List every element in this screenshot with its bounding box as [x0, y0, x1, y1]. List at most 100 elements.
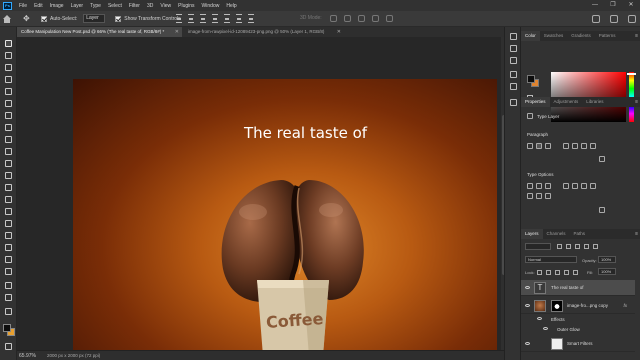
- frame-tool-icon[interactable]: [5, 112, 12, 119]
- paragraph-section-label[interactable]: Paragraph: [527, 132, 548, 137]
- brush-settings-icon[interactable]: [510, 45, 517, 52]
- history-icon[interactable]: [510, 33, 517, 40]
- auto-select-checkbox[interactable]: [41, 15, 47, 22]
- close-icon[interactable]: ✕: [337, 27, 341, 37]
- workspace-icon[interactable]: [610, 15, 618, 23]
- type-option-icon[interactable]: [527, 183, 533, 189]
- align-hcenter-icon[interactable]: [224, 14, 230, 23]
- lock-pixels-icon[interactable]: [546, 270, 551, 275]
- align-left-icon[interactable]: [212, 14, 218, 23]
- panel-menu-icon[interactable]: ≡: [635, 31, 638, 41]
- slide-3d-icon[interactable]: [372, 15, 379, 22]
- align-right-text-icon[interactable]: [545, 143, 551, 149]
- headline-text-layer[interactable]: The real taste of: [244, 124, 367, 142]
- align-center-text-icon[interactable]: [536, 143, 542, 149]
- align-right-icon[interactable]: [236, 14, 242, 23]
- eye-icon[interactable]: [525, 304, 530, 307]
- type-option-icon[interactable]: [545, 193, 551, 199]
- tab-layers[interactable]: Layers: [521, 229, 543, 239]
- justify-last-left-icon[interactable]: [563, 143, 569, 149]
- filter-type-icon[interactable]: [575, 244, 580, 249]
- healing-brush-tool-icon[interactable]: [5, 136, 12, 143]
- move-tool-icon[interactable]: [5, 40, 12, 47]
- dodge-tool-icon[interactable]: [5, 220, 12, 227]
- type-option-icon[interactable]: [527, 193, 533, 199]
- menu-window[interactable]: Window: [202, 3, 220, 9]
- info-icon[interactable]: [510, 99, 517, 106]
- tab-adjustments[interactable]: Adjustments: [550, 97, 583, 107]
- quick-mask-icon[interactable]: [5, 343, 12, 350]
- type-tool-icon[interactable]: [5, 244, 12, 251]
- pen-tool-icon[interactable]: [5, 232, 12, 239]
- type-option-icon[interactable]: [572, 183, 578, 189]
- document-info[interactable]: 2000 px x 2000 px (72 ppi): [47, 353, 100, 358]
- tab-rawpixel-image[interactable]: image-from-rawpixel-id-12089423-png.png …: [184, 27, 344, 37]
- menu-3d[interactable]: 3D: [147, 3, 153, 9]
- artboard-tool-icon[interactable]: [5, 52, 12, 59]
- type-option-icon[interactable]: [536, 193, 542, 199]
- shape-tool-icon[interactable]: [5, 268, 12, 275]
- lasso-tool-icon[interactable]: [5, 76, 12, 83]
- eyedropper-tool-icon[interactable]: [5, 124, 12, 131]
- minimize-button[interactable]: —: [586, 0, 604, 11]
- path-select-tool-icon[interactable]: [5, 256, 12, 263]
- share-icon[interactable]: [628, 15, 636, 23]
- close-window-button[interactable]: ✕: [622, 0, 640, 11]
- hue-slider-marker[interactable]: [627, 73, 636, 75]
- paragraph-more-icon[interactable]: [599, 156, 605, 162]
- paragraph-icon[interactable]: [510, 71, 517, 78]
- blend-mode-dropdown[interactable]: Normal: [525, 256, 577, 263]
- tab-coffee-manipulation[interactable]: Coffee Manipulation New Post.psd @ 66% (…: [17, 27, 182, 37]
- lock-all-icon[interactable]: [573, 270, 578, 275]
- tab-gradients[interactable]: Gradients: [567, 31, 595, 41]
- filter-pixel-icon[interactable]: [557, 244, 562, 249]
- tab-libraries[interactable]: Libraries: [582, 97, 607, 107]
- menu-layer[interactable]: Layer: [71, 3, 84, 9]
- search-icon[interactable]: [592, 15, 600, 23]
- home-icon[interactable]: [3, 14, 11, 23]
- justify-last-right-icon[interactable]: [581, 143, 587, 149]
- menu-plugins[interactable]: Plugins: [178, 3, 194, 9]
- glyphs-icon[interactable]: [510, 83, 517, 90]
- foreground-color-swatch[interactable]: [3, 324, 11, 332]
- align-left-text-icon[interactable]: [527, 143, 533, 149]
- drag-3d-icon[interactable]: [358, 15, 365, 22]
- layer-row-headline[interactable]: T The real taste of: [521, 280, 635, 296]
- smart-filters-row[interactable]: Smart Filters: [521, 336, 635, 352]
- layer-row-image-copy[interactable]: image-fro...png copy fx: [521, 298, 635, 314]
- lock-transparency-icon[interactable]: [537, 270, 542, 275]
- menu-edit[interactable]: Edit: [34, 3, 43, 9]
- tab-swatches[interactable]: Swatches: [540, 31, 568, 41]
- menu-view[interactable]: View: [160, 3, 171, 9]
- tab-color[interactable]: Color: [521, 31, 540, 41]
- menu-help[interactable]: Help: [226, 3, 236, 9]
- quick-select-tool-icon[interactable]: [5, 88, 12, 95]
- menu-image[interactable]: Image: [50, 3, 64, 9]
- opacity-input[interactable]: 100%: [598, 256, 616, 263]
- type-options-more-icon[interactable]: [599, 207, 605, 213]
- panel-menu-icon[interactable]: ≡: [635, 229, 638, 239]
- fill-input[interactable]: 100%: [598, 268, 616, 275]
- auto-select-target-dropdown[interactable]: Layer: [83, 14, 106, 23]
- layer-effects-row[interactable]: Effects: [521, 315, 635, 324]
- eye-icon[interactable]: [543, 327, 548, 330]
- character-icon[interactable]: [510, 57, 517, 64]
- roll-3d-icon[interactable]: [344, 15, 351, 22]
- type-option-icon[interactable]: [590, 183, 596, 189]
- restore-button[interactable]: ❐: [604, 0, 622, 11]
- zoom-level[interactable]: 65.97%: [19, 353, 36, 359]
- align-bottom-icon[interactable]: [200, 14, 206, 23]
- blur-tool-icon[interactable]: [5, 208, 12, 215]
- menu-file[interactable]: File: [19, 3, 27, 9]
- history-brush-tool-icon[interactable]: [5, 172, 12, 179]
- eye-icon[interactable]: [525, 342, 530, 345]
- type-option-icon[interactable]: [581, 183, 587, 189]
- brush-tool-icon[interactable]: [5, 148, 12, 155]
- tab-channels[interactable]: Channels: [543, 229, 570, 239]
- lock-artboard-icon[interactable]: [564, 270, 569, 275]
- fx-icon[interactable]: fx: [623, 303, 627, 308]
- eraser-tool-icon[interactable]: [5, 184, 12, 191]
- filter-adjustment-icon[interactable]: [566, 244, 571, 249]
- outer-glow-row[interactable]: Outer Glow: [521, 324, 635, 334]
- clone-stamp-tool-icon[interactable]: [5, 160, 12, 167]
